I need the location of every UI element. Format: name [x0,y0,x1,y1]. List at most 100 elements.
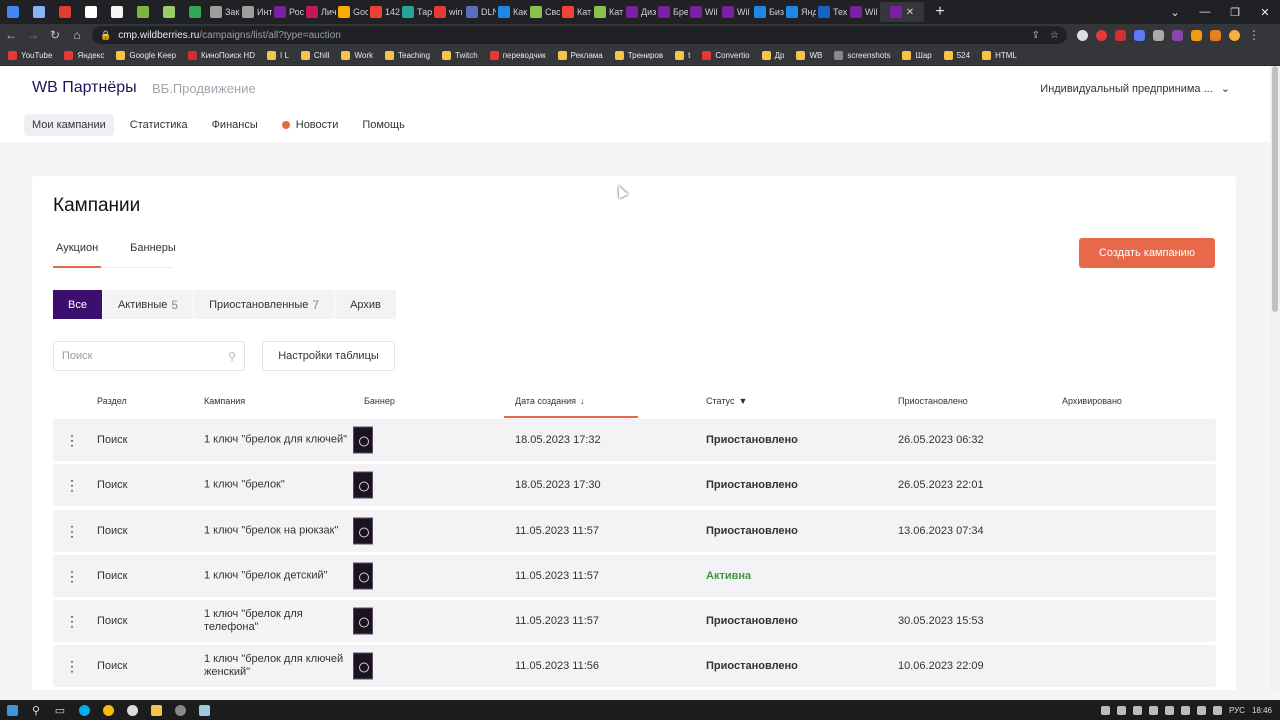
extension-icon[interactable] [1134,29,1145,41]
browser-tab[interactable]: Goo [336,2,368,22]
bookmark-item[interactable]: WB [796,51,822,60]
browser-tab[interactable]: Рос [272,2,304,22]
skype-icon[interactable] [72,700,96,720]
column-archived[interactable]: Архивировано [1062,396,1122,406]
reload-icon[interactable]: ↻ [44,28,66,42]
browser-tab[interactable]: Диз [624,2,656,22]
browser-tab[interactable]: win [432,2,464,22]
bookmark-item[interactable]: t [675,51,690,60]
banner-thumbnail[interactable] [353,517,373,545]
bookmark-item[interactable]: Google Keep [116,51,176,60]
browser-tab[interactable]: Wil [848,2,880,22]
column-campaign[interactable]: Кампания [204,396,245,406]
table-row[interactable]: ⋮ Поиск 1 ключ "брелок детский" 11.05.2023 … [53,554,1216,597]
clock[interactable]: 18:46 [1252,706,1272,715]
extension-icon[interactable] [1115,29,1126,41]
cell-campaign-link[interactable]: 1 ключ "брелок для телефона" [204,608,349,634]
browser-tab[interactable]: 142 [368,2,400,22]
browser-tab[interactable]: Wil [688,2,720,22]
minimize-button[interactable]: — [1190,6,1220,18]
bookmark-item[interactable]: Chill [300,51,329,60]
sidepanel-icon[interactable] [1210,29,1221,41]
sort-arrow-down-icon[interactable]: ↓ [580,396,585,406]
filter-tab[interactable]: Все [53,290,103,319]
browser-tab[interactable]: Янд [784,2,816,22]
row-menu-icon[interactable]: ⋮ [65,478,79,492]
filter-tab[interactable]: Архив [335,290,397,319]
nav-item[interactable]: Статистика [122,114,196,136]
volume-icon[interactable] [1212,705,1222,715]
browser-tab[interactable] [156,2,182,22]
browser-tab[interactable]: Биз [752,2,784,22]
browser-tab[interactable]: Кат [560,2,592,22]
column-section[interactable]: Раздел [97,396,127,406]
bookmark-item[interactable]: Шар [902,51,932,60]
extension-icon[interactable] [1096,29,1107,41]
row-menu-icon[interactable]: ⋮ [65,433,79,447]
extension-icon[interactable] [1153,29,1164,41]
browser-tab[interactable] [78,2,104,22]
search-input[interactable] [62,350,228,362]
search-field[interactable]: ⚲ [53,341,245,371]
bookmark-item[interactable]: переводчик [489,51,546,60]
browser-tab[interactable]: Тар [400,2,432,22]
browser-tab[interactable]: Сво [528,2,560,22]
wifi-icon[interactable] [1196,705,1206,715]
tray-icon[interactable] [1180,705,1190,715]
bookmark-item[interactable]: Реклама [557,51,603,60]
address-bar[interactable]: 🔒 cmp.wildberries.ru /campaigns/list/all… [92,26,1067,44]
table-row[interactable]: ⋮ Поиск 1 ключ "брелок" 18.05.2023 17:30 При… [53,464,1216,507]
browser-tab[interactable]: Тех [816,2,848,22]
profile-avatar[interactable] [1229,29,1240,41]
task-view-icon[interactable]: ▭ [48,700,72,720]
back-icon[interactable]: ← [0,28,22,42]
subtab[interactable]: Аукцион [53,242,102,268]
browser-tab[interactable] [52,2,78,22]
row-menu-icon[interactable]: ⋮ [65,524,79,538]
filter-funnel-icon[interactable]: ▼ [738,396,747,406]
brand-logo[interactable]: WB Партнёры [32,79,137,97]
nav-item[interactable]: Финансы [204,114,266,136]
filter-tab[interactable]: Активные 5 [102,290,195,319]
table-settings-button[interactable]: Настройки таблицы [262,341,395,371]
tray-icon[interactable] [1100,705,1110,715]
banner-thumbnail[interactable] [353,426,373,454]
column-paused[interactable]: Приостановлено [898,396,968,406]
browser-tab[interactable]: Бре [656,2,688,22]
browser-tab[interactable]: Как [496,2,528,22]
nav-item[interactable]: Новости [274,114,347,136]
new-tab-button[interactable]: + [930,3,950,21]
bookmark-item[interactable]: 524 [943,51,970,60]
browser-tab[interactable]: Лич [304,2,336,22]
browser-tab[interactable]: Кат [592,2,624,22]
row-menu-icon[interactable]: ⋮ [65,614,79,628]
filter-tab[interactable]: Приостановленные 7 [194,290,336,319]
banner-thumbnail[interactable] [353,607,373,635]
cell-campaign-link[interactable]: 1 ключ "брелок для ключей" [204,434,349,447]
windows-start-icon[interactable] [0,700,24,720]
share-icon[interactable]: ⇪ [1032,30,1040,41]
row-menu-icon[interactable]: ⋮ [65,659,79,673]
tray-icon[interactable] [1148,705,1158,715]
cell-campaign-link[interactable]: 1 ключ "брелок для ключей женский" [204,653,349,679]
browser-tab[interactable] [182,2,208,22]
browser-tab[interactable] [26,2,52,22]
banner-thumbnail[interactable] [353,471,373,499]
keyboard-language[interactable]: РУС [1229,706,1245,715]
cell-campaign-link[interactable]: 1 ключ "брелок детский" [204,569,349,582]
bookmark-item[interactable]: Twitch [442,51,478,60]
table-row[interactable]: ⋮ Поиск 1 ключ "брелок на рюкзак" 11.05.202… [53,509,1216,552]
bookmark-item[interactable]: КиноПоиск HD [188,51,255,60]
table-row[interactable]: ⋮ Поиск 1 ключ "брелок для ключей женский"… [53,645,1216,688]
bookmark-item[interactable]: Трениров [614,51,663,60]
yandex-browser-icon[interactable] [120,700,144,720]
chrome-icon[interactable] [96,700,120,720]
bookmark-item[interactable]: YouTube [8,51,52,60]
bookmark-item[interactable]: Яндекс [64,51,104,60]
cell-campaign-link[interactable]: 1 ключ "брелок" [204,479,349,492]
browser-tab-active[interactable]: ✕ [880,2,924,22]
table-row[interactable]: ⋮ Поиск 1 ключ "брелок для телефона" 11.05.… [53,600,1216,643]
page-scrollbar[interactable] [1270,66,1280,690]
tray-icon[interactable] [1116,705,1126,715]
bookmark-item[interactable]: HTML [982,51,1017,60]
